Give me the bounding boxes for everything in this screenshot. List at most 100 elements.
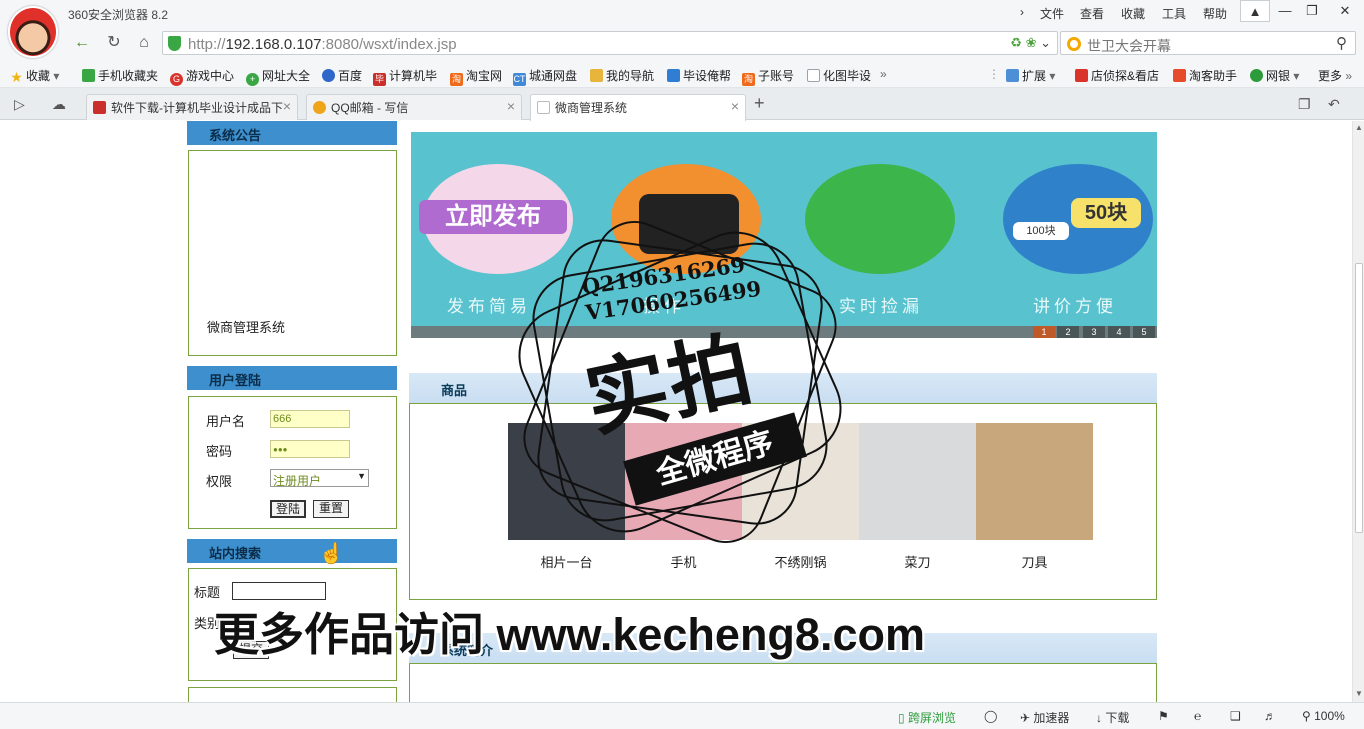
bookmark-item[interactable]: + 网址大全 <box>246 67 310 86</box>
product-name[interactable]: 菜刀 <box>859 552 976 571</box>
extension-item[interactable]: 店侦探&看店 <box>1075 67 1159 84</box>
bookmarks-bar: ★ 收藏 ▾ 手机收藏夹 G 游戏中心 + 网址大全 百度 毕计算机毕 淘淘宝网 CT… <box>0 60 1364 88</box>
user-avatar[interactable] <box>8 6 58 58</box>
flag-icon[interactable]: ⚑ <box>1158 709 1169 723</box>
username-input[interactable]: 666 <box>270 410 350 428</box>
game-icon: G <box>170 73 183 86</box>
site-search-title: 站内搜索 <box>187 539 397 563</box>
menu-view[interactable]: 查看 <box>1080 5 1104 22</box>
username-label: 用户名 <box>206 414 246 429</box>
home-icon[interactable]: ⌂ <box>132 31 156 55</box>
product-image-knife[interactable] <box>859 423 976 540</box>
product-name[interactable]: 不绣刚锅 <box>742 552 859 571</box>
tab-bar: ▷ ☁ 软件下载-计算机毕业设计成品下 × QQ邮箱 - 写信 × 微商管理系统… <box>0 88 1364 121</box>
banner-caption: 讲价方便 <box>1033 297 1117 316</box>
taobao-icon: 淘 <box>450 73 463 86</box>
notice-title: 系统公告 <box>187 121 397 145</box>
cloud-icon[interactable]: ☁ <box>52 96 66 113</box>
bookmark-item[interactable]: 百度 <box>322 67 362 84</box>
bookmark-item[interactable]: 化图毕设 <box>807 67 871 84</box>
extensions-menu[interactable]: 扩展 ▾ <box>1006 67 1055 84</box>
product-name[interactable]: 相片一台 <box>508 552 625 571</box>
bookmark-item[interactable]: 毕设俺帮 <box>667 67 731 84</box>
bookmark-item[interactable]: 淘子账号 <box>742 67 794 86</box>
bookmark-item[interactable]: G 游戏中心 <box>170 67 234 86</box>
bookmark-favorites[interactable]: ★ 收藏 ▾ <box>10 67 59 84</box>
close-tab-icon[interactable]: × <box>507 98 515 114</box>
tool-icon <box>1173 69 1186 82</box>
banner-slide-4-small-text: 100块 <box>1013 222 1069 240</box>
tab-favicon-icon <box>313 101 326 114</box>
bookmark-item[interactable]: 淘淘宝网 <box>450 67 502 86</box>
skin-button[interactable]: ▲ <box>1240 0 1270 22</box>
chevron-down-icon: ▼ <box>357 471 366 481</box>
address-bar-icons[interactable]: ♻ ❀ ⌄ <box>1010 35 1051 51</box>
product-image-knife-set[interactable] <box>976 423 1093 540</box>
volume-icon[interactable]: ♬ <box>1264 709 1276 723</box>
back-arrow-icon[interactable]: ← <box>70 31 94 55</box>
product-name[interactable]: 刀具 <box>976 552 1093 571</box>
chevron-right-icon[interactable]: › <box>1020 5 1024 19</box>
ie-icon[interactable]: ℮ <box>1194 709 1201 723</box>
window-icon[interactable]: ❑ <box>1230 709 1241 723</box>
banner-page-2[interactable]: 2 <box>1057 326 1079 338</box>
tab-qq-mail[interactable]: QQ邮箱 - 写信 × <box>306 94 522 120</box>
reset-button[interactable]: 重置 <box>313 500 349 518</box>
bishe-icon <box>667 69 680 82</box>
zoom-level[interactable]: ⚲ 100% <box>1302 709 1345 723</box>
menu-file[interactable]: 文件 <box>1040 5 1064 22</box>
search-icon[interactable]: ⚲ <box>1336 34 1347 52</box>
tab-list-icon[interactable]: ❐ <box>1298 96 1311 113</box>
address-bar[interactable]: http://192.168.0.107:8080/wsxt/index.jsp… <box>162 31 1058 55</box>
menu-tools[interactable]: 工具 <box>1162 5 1186 22</box>
close-tab-icon[interactable]: × <box>282 98 291 114</box>
close-window-button[interactable]: ✕ <box>1330 0 1360 22</box>
accelerator-button[interactable]: ✈ 加速器 <box>1020 709 1069 726</box>
sidebar-toggle-icon[interactable]: ▷ <box>14 96 25 113</box>
bookmark-item[interactable]: 毕计算机毕 <box>373 67 437 86</box>
bookmark-item[interactable]: 手机收藏夹 <box>82 67 158 84</box>
banner-caption: 实时捡漏 <box>839 297 923 316</box>
login-button[interactable]: 登陆 <box>270 500 306 518</box>
tab-weishang-system[interactable]: 微商管理系统 × <box>530 94 746 121</box>
extension-item[interactable]: 淘客助手 <box>1173 67 1237 84</box>
search-input[interactable]: 世卫大会开幕 <box>1087 36 1171 56</box>
refresh-icon[interactable]: ↻ <box>102 31 126 55</box>
new-tab-icon[interactable]: + <box>754 93 765 114</box>
recycle-icon: ♻ <box>1010 35 1022 50</box>
product-name[interactable]: 手机 <box>625 552 742 571</box>
app-title: 360安全浏览器 8.2 <box>68 8 169 22</box>
cross-screen-button[interactable]: ▯ 跨屏浏览 <box>898 709 956 726</box>
hand-cursor-icon: ☝ <box>319 543 344 565</box>
restore-button[interactable]: ❐ <box>1297 0 1327 22</box>
vertical-scrollbar[interactable]: ▲ ▼ <box>1352 121 1364 702</box>
scroll-thumb[interactable] <box>1355 263 1363 533</box>
undo-close-icon[interactable]: ↶ <box>1328 96 1340 113</box>
search-bar[interactable]: 世卫大会开幕 ⚲ <box>1060 31 1356 55</box>
close-tab-icon[interactable]: × <box>731 98 739 114</box>
banner-page-1[interactable]: 1 <box>1033 326 1055 338</box>
extension-item[interactable]: 网银 ▾ <box>1250 67 1299 84</box>
download-button[interactable]: ↓ 下载 <box>1096 709 1129 726</box>
password-input[interactable]: ●●● <box>270 440 350 458</box>
banner-page-4[interactable]: 4 <box>1108 326 1130 338</box>
more-extensions[interactable]: 更多 » <box>1318 67 1352 84</box>
banner-page-5[interactable]: 5 <box>1133 326 1155 338</box>
menu-help[interactable]: 帮助 <box>1203 5 1227 22</box>
speed-dial-icon[interactable]: ◯ <box>984 709 997 723</box>
more-bookmarks-icon[interactable]: » <box>880 67 887 81</box>
bookmark-item[interactable]: CT 城通网盘 <box>513 67 577 86</box>
menu-favorites[interactable]: 收藏 <box>1121 5 1145 22</box>
login-title: 用户登陆 <box>187 366 397 390</box>
page-icon <box>537 101 550 114</box>
shop-icon <box>1075 69 1088 82</box>
bookmark-item[interactable]: 我的导航 <box>590 67 654 84</box>
role-select[interactable]: 注册用户 ▼ <box>270 469 369 488</box>
status-bar: ▯ 跨屏浏览 ◯ ✈ 加速器 ↓ 下载 ⚑ ℮ ❑ ♬ ⚲ 100% <box>0 702 1364 729</box>
banner-page-3[interactable]: 3 <box>1083 326 1105 338</box>
notice-box: 微商管理系统 <box>188 150 397 356</box>
minimize-button[interactable]: — <box>1270 0 1300 22</box>
tab-software-download[interactable]: 软件下载-计算机毕业设计成品下 × <box>86 94 298 120</box>
url-text[interactable]: http://192.168.0.107:8080/wsxt/index.jsp <box>188 36 457 53</box>
search-engine-icon[interactable] <box>1067 37 1081 51</box>
